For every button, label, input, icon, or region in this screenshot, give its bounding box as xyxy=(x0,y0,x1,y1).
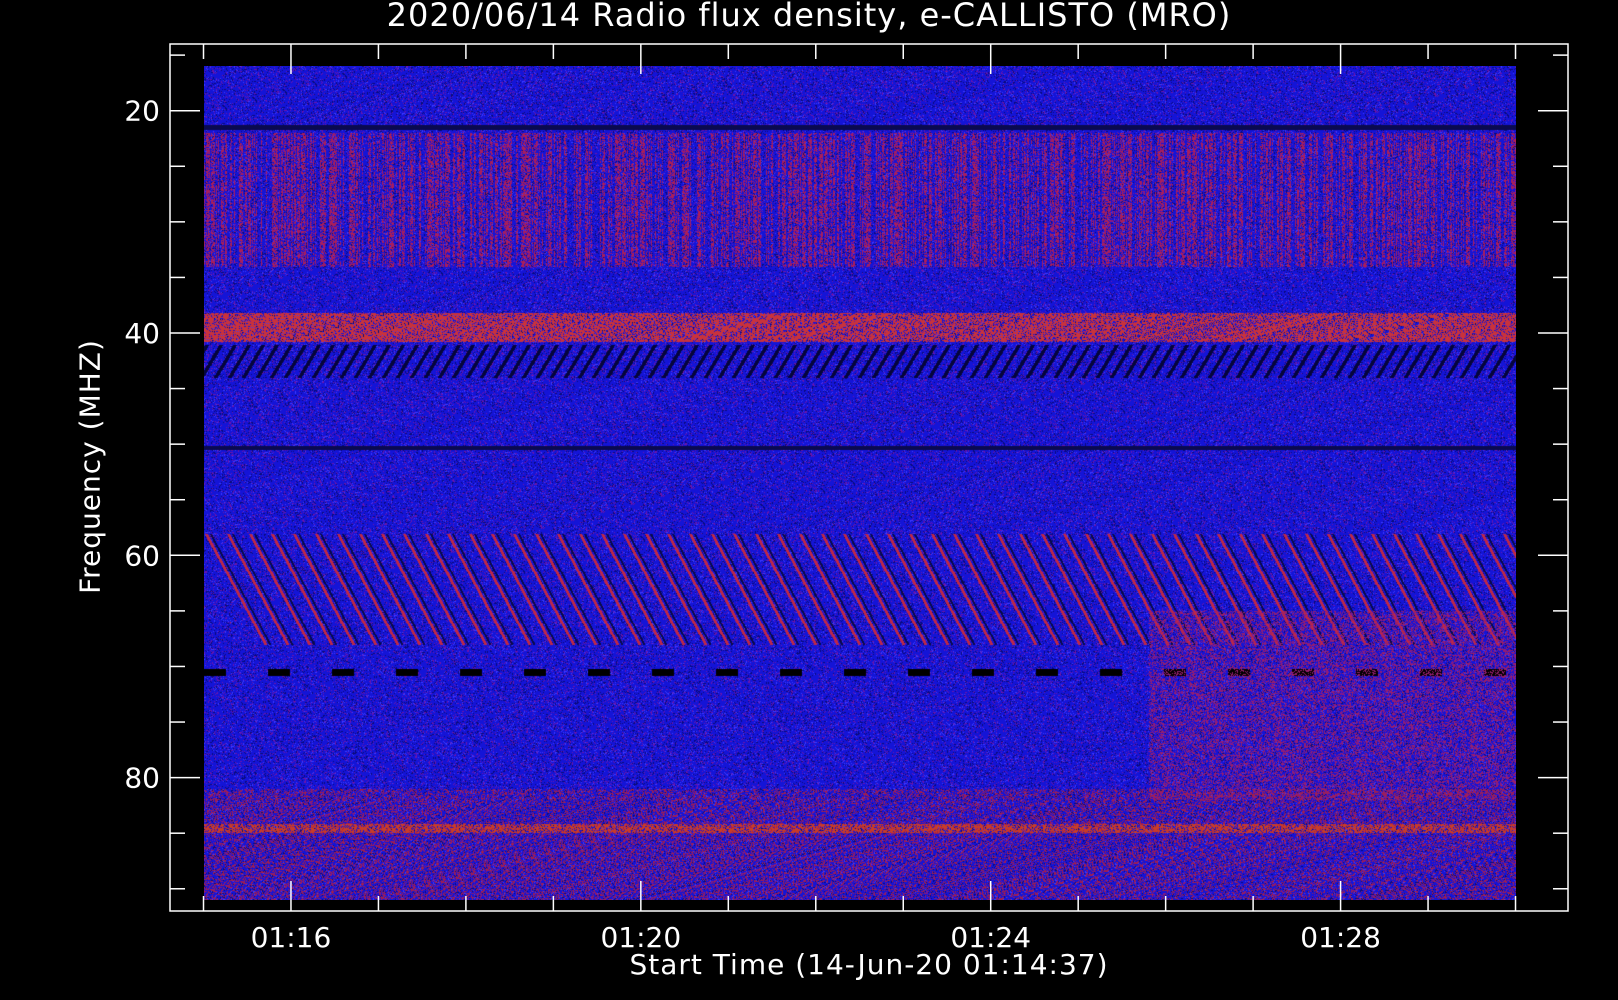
plot-axes: 2040608001:16 01:20 01:24 01:28 xyxy=(124,43,1569,954)
y-tick-label: 80 xyxy=(124,762,160,795)
plot-frame xyxy=(169,43,1569,912)
y-axis-label: Frequency (MHZ) xyxy=(73,339,107,594)
y-tick-label: 60 xyxy=(124,539,160,572)
x-axis-label: Start Time (14-Jun-20 01:14:37) xyxy=(629,948,1109,981)
y-tick-label: 20 xyxy=(124,95,160,128)
spectrogram-figure: 2020/06/14 Radio flux density, e-CALLIST… xyxy=(0,0,1618,1000)
y-tick-label: 40 xyxy=(124,317,160,350)
